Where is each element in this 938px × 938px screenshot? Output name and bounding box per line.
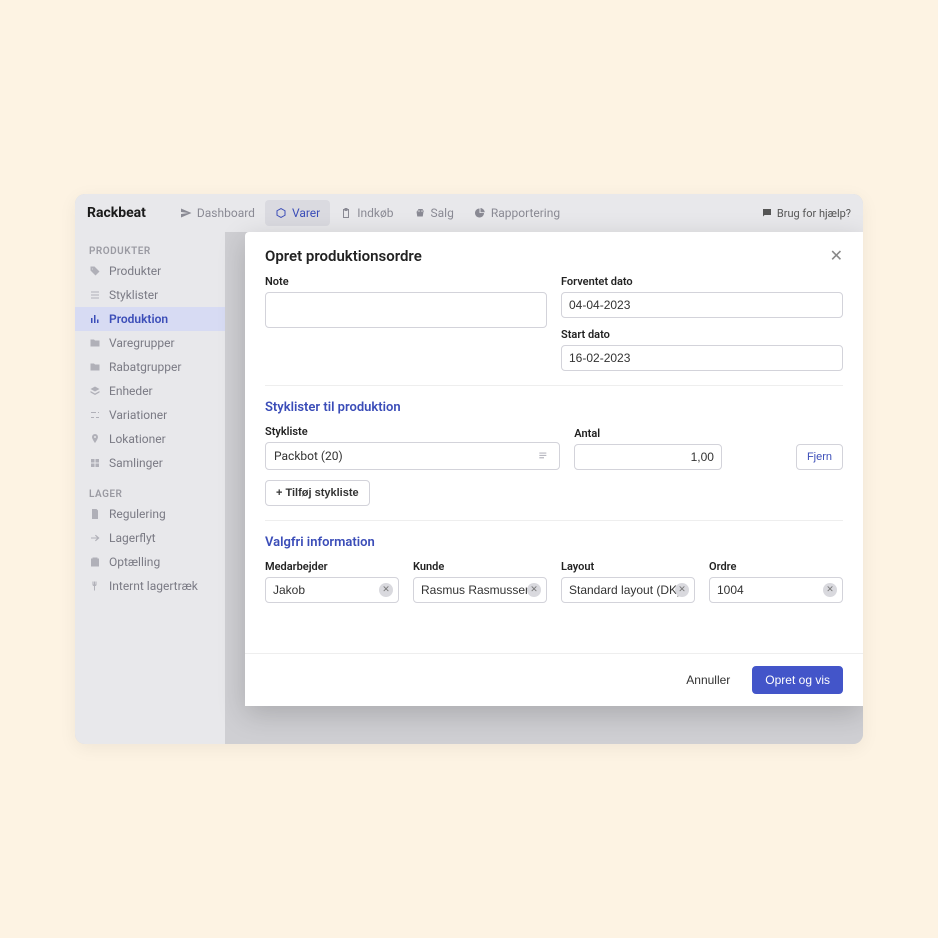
help-label: Brug for hjælp? xyxy=(777,207,851,220)
remove-bom-button[interactable]: Fjern xyxy=(796,444,843,470)
create-production-order-modal: Opret produktionsordre ✕ Note Forventet … xyxy=(245,232,863,706)
note-label: Note xyxy=(265,275,547,288)
brand-logo: Rackbeat xyxy=(87,205,146,221)
chat-icon xyxy=(761,207,773,219)
close-icon[interactable]: ✕ xyxy=(830,246,843,265)
sidebar-item-label: Rabatgrupper xyxy=(109,360,181,374)
qty-label: Antal xyxy=(574,427,722,440)
basket-icon xyxy=(414,207,426,219)
nav-salg[interactable]: Salg xyxy=(404,200,464,226)
sidebar-item-samlinger[interactable]: Samlinger xyxy=(75,451,225,475)
sidebar-item-enheder[interactable]: Enheder xyxy=(75,379,225,403)
help-link[interactable]: Brug for hjælp? xyxy=(761,207,851,220)
expected-date-label: Forventet dato xyxy=(561,275,843,288)
modal-header: Opret produktionsordre ✕ xyxy=(245,232,863,275)
sidebar-item-label: Internt lagertræk xyxy=(109,579,198,593)
sidebar-item-produkter[interactable]: Produkter xyxy=(75,259,225,283)
nav-dashboard[interactable]: Dashboard xyxy=(170,200,265,226)
modal-title: Opret produktionsordre xyxy=(265,247,422,265)
fork-icon xyxy=(89,580,101,592)
sidebar-item-label: Varegrupper xyxy=(109,336,175,350)
section-basic: Note Forventet dato Start dato xyxy=(265,275,843,386)
sidebar-item-label: Lokationer xyxy=(109,432,166,446)
nav-indkob[interactable]: Indkøb xyxy=(330,200,403,226)
tag-icon xyxy=(89,265,101,277)
clipboard-check-icon xyxy=(89,556,101,568)
topbar: Rackbeat Dashboard Varer Indkøb Salg xyxy=(75,194,863,232)
sidebar-item-optaelling[interactable]: Optælling xyxy=(75,550,225,574)
customer-label: Kunde xyxy=(413,560,547,573)
sidebar-item-lagerflyt[interactable]: Lagerflyt xyxy=(75,526,225,550)
section-optional: Valgfri information Medarbejder ✕ Kunde xyxy=(265,535,843,617)
nav-label: Salg xyxy=(431,206,454,220)
start-date-label: Start dato xyxy=(561,328,843,341)
document-icon xyxy=(89,508,101,520)
sidebar-item-label: Samlinger xyxy=(109,456,163,470)
clear-customer-icon[interactable]: ✕ xyxy=(527,583,541,597)
pie-chart-icon xyxy=(474,207,486,219)
sidebar-item-produktion[interactable]: Produktion xyxy=(75,307,225,331)
order-label: Ordre xyxy=(709,560,843,573)
add-bom-button[interactable]: + Tilføj stykliste xyxy=(265,480,370,506)
bar-chart-icon xyxy=(89,313,101,325)
nav-label: Varer xyxy=(292,206,320,220)
folder-icon xyxy=(89,361,101,373)
employee-label: Medarbejder xyxy=(265,560,399,573)
list-icon xyxy=(89,289,101,301)
bom-value: Packbot (20) xyxy=(274,449,343,463)
collection-icon xyxy=(89,457,101,469)
submit-button[interactable]: Opret og vis xyxy=(752,666,843,694)
sidebar-item-label: Enheder xyxy=(109,384,153,398)
sidebar-item-varegrupper[interactable]: Varegrupper xyxy=(75,331,225,355)
start-date-input[interactable] xyxy=(561,345,843,371)
folder-icon xyxy=(89,337,101,349)
sidebar-heading-produkter: PRODUKTER xyxy=(75,240,225,259)
sidebar-item-rabatgrupper[interactable]: Rabatgrupper xyxy=(75,355,225,379)
sidebar-item-label: Styklister xyxy=(109,288,158,302)
sidebar-item-label: Variationer xyxy=(109,408,167,422)
sidebar-item-internt-lagertraek[interactable]: Internt lagertræk xyxy=(75,574,225,598)
nav-label: Rapportering xyxy=(491,206,560,220)
optional-section-title: Valgfri information xyxy=(265,535,843,550)
layout-label: Layout xyxy=(561,560,695,573)
nav-varer[interactable]: Varer xyxy=(265,200,330,226)
sidebar-heading-lager: LAGER xyxy=(75,483,225,502)
sidebar-item-lokationer[interactable]: Lokationer xyxy=(75,427,225,451)
modal-footer: Annuller Opret og vis xyxy=(245,653,863,706)
paper-plane-icon xyxy=(180,207,192,219)
sliders-icon xyxy=(89,409,101,421)
boms-section-title: Styklister til produktion xyxy=(265,400,843,415)
bom-label: Stykliste xyxy=(265,425,560,438)
modal-body: Note Forventet dato Start dato Stykliste… xyxy=(245,275,863,653)
note-input[interactable] xyxy=(265,292,547,328)
clear-layout-icon[interactable]: ✕ xyxy=(675,583,689,597)
layers-icon xyxy=(89,385,101,397)
clipboard-icon xyxy=(340,207,352,219)
section-boms: Styklister til produktion Stykliste Pack… xyxy=(265,400,843,521)
sidebar: PRODUKTER Produkter Styklister Produktio… xyxy=(75,232,225,744)
clear-order-icon[interactable]: ✕ xyxy=(823,583,837,597)
pin-icon xyxy=(89,433,101,445)
clear-employee-icon[interactable]: ✕ xyxy=(379,583,393,597)
sidebar-item-variationer[interactable]: Variationer xyxy=(75,403,225,427)
sidebar-item-label: Optælling xyxy=(109,555,160,569)
sidebar-item-styklister[interactable]: Styklister xyxy=(75,283,225,307)
sidebar-item-regulering[interactable]: Regulering xyxy=(75,502,225,526)
sidebar-item-label: Produkter xyxy=(109,264,161,278)
sidebar-item-label: Regulering xyxy=(109,507,166,521)
bom-select[interactable]: Packbot (20) xyxy=(265,442,560,470)
cancel-button[interactable]: Annuller xyxy=(674,666,742,694)
sidebar-item-label: Lagerflyt xyxy=(109,531,156,545)
sidebar-item-label: Produktion xyxy=(109,312,168,326)
expected-date-input[interactable] xyxy=(561,292,843,318)
arrow-right-icon xyxy=(89,532,101,544)
qty-input[interactable] xyxy=(574,444,722,470)
cube-icon xyxy=(275,207,287,219)
nav-label: Indkøb xyxy=(357,206,393,220)
nav-label: Dashboard xyxy=(197,206,255,220)
nav-rapportering[interactable]: Rapportering xyxy=(464,200,570,226)
app-window: Rackbeat Dashboard Varer Indkøb Salg xyxy=(75,194,863,744)
list-selector-icon xyxy=(537,449,551,463)
